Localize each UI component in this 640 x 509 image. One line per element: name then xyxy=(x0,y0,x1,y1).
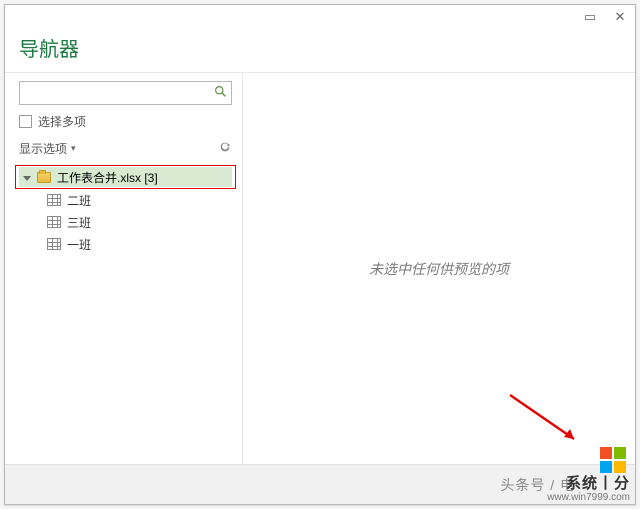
search-field[interactable] xyxy=(19,81,232,105)
worksheet-icon xyxy=(47,194,61,206)
search-input[interactable] xyxy=(20,82,209,104)
tree-leaf-sheet[interactable]: 三班 xyxy=(47,213,232,231)
tree-leaf-sheet[interactable]: 二班 xyxy=(47,191,232,209)
watermark-logo xyxy=(600,447,626,473)
caret-down-icon xyxy=(23,176,31,181)
watermark-text: 系统丨分 www.win7999.com xyxy=(547,476,630,504)
window-close-button[interactable]: ✕ xyxy=(611,8,629,26)
multi-select-checkbox[interactable] xyxy=(19,115,32,128)
tree-root-label: 工作表合并.xlsx [3] xyxy=(57,169,158,186)
watermark-line2: www.win7999.com xyxy=(547,492,630,503)
multi-select-label: 选择多项 xyxy=(38,113,86,130)
footer: 头条号 / 电 xyxy=(5,464,635,504)
preview-empty-text: 未选中任何供预览的项 xyxy=(369,259,509,279)
search-icon[interactable] xyxy=(209,85,231,101)
refresh-icon[interactable] xyxy=(218,140,232,157)
chevron-down-icon: ▾ xyxy=(71,143,76,154)
left-pane: 选择多项 显示选项 ▾ 工作表合并.xlsx [3] xyxy=(5,73,243,464)
display-options-label: 显示选项 xyxy=(19,140,67,157)
tree-leaf-sheet[interactable]: 一班 xyxy=(47,235,232,253)
worksheet-icon xyxy=(47,216,61,228)
tree-leaf-label: 二班 xyxy=(67,192,91,209)
watermark-line1: 系统丨分 xyxy=(547,476,630,493)
folder-icon xyxy=(37,172,51,183)
worksheet-icon xyxy=(47,238,61,250)
tree-leaf-label: 一班 xyxy=(67,236,91,253)
display-options-row: 显示选项 ▾ xyxy=(19,138,232,161)
multi-select-row[interactable]: 选择多项 xyxy=(19,111,232,132)
body: 选择多项 显示选项 ▾ 工作表合并.xlsx [3] xyxy=(5,72,635,464)
tree-root-file[interactable]: 工作表合并.xlsx [3] xyxy=(19,167,232,187)
titlebar: ▭ ✕ xyxy=(5,5,635,29)
preview-pane: 未选中任何供预览的项 xyxy=(243,73,635,464)
tree-children: 二班 三班 一班 xyxy=(19,191,232,253)
navigator-window: ▭ ✕ 导航器 选择多项 显示选项 ▾ xyxy=(4,4,636,505)
tree: 工作表合并.xlsx [3] 二班 三班 一班 xyxy=(19,167,232,253)
window-maximize-button[interactable]: ▭ xyxy=(581,8,599,26)
page-title: 导航器 xyxy=(5,29,635,72)
display-options-toggle[interactable]: 显示选项 ▾ xyxy=(19,140,76,157)
tree-leaf-label: 三班 xyxy=(67,214,91,231)
